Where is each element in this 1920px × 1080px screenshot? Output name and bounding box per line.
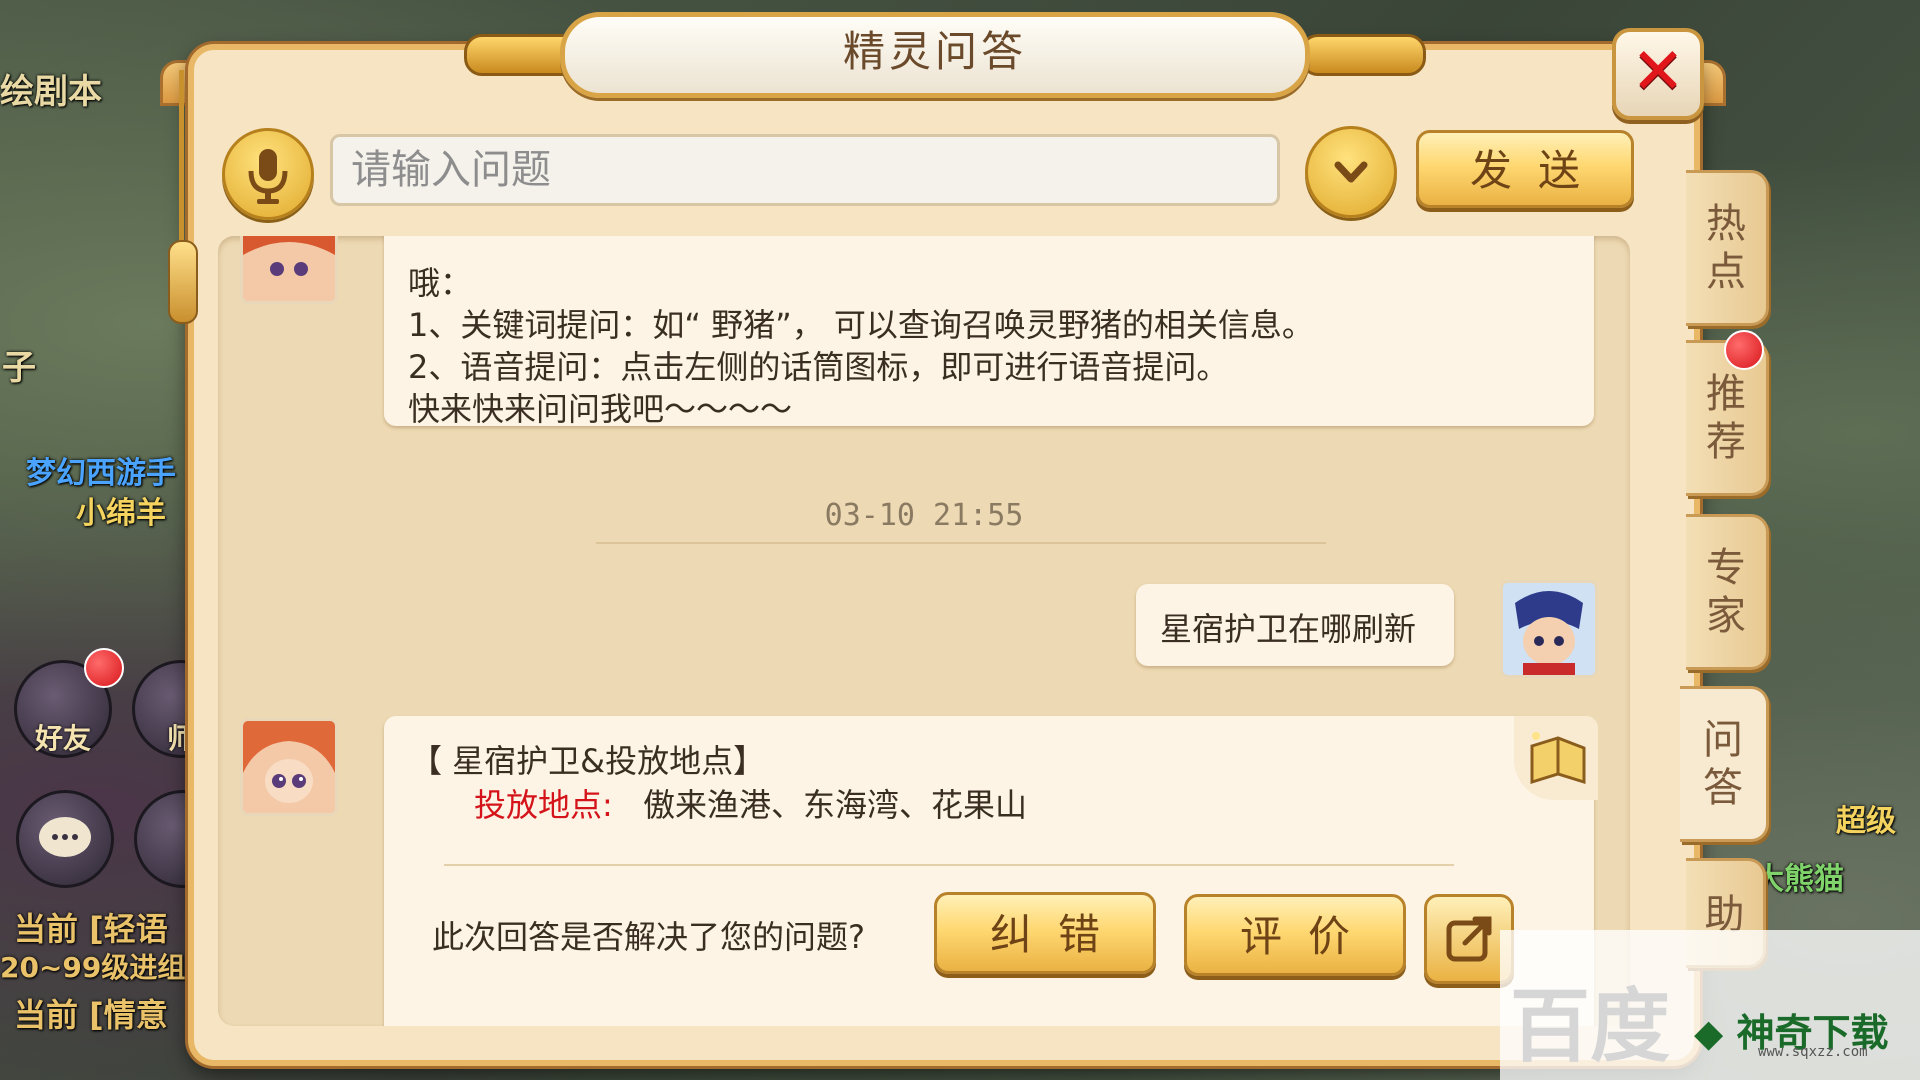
intro-line: 哦： [408, 264, 473, 302]
correct-error-button[interactable]: 纠错 [934, 892, 1156, 974]
chat-bubble-button[interactable] [16, 790, 114, 888]
feedback-question: 此次回答是否解决了您的问题? [432, 918, 865, 956]
voice-input-button[interactable] [222, 128, 314, 220]
tab-qa[interactable]: 问 答 [1680, 686, 1769, 842]
recommend-notification-dot [1724, 330, 1764, 370]
watermark-logo-icon: ◆ [1694, 1011, 1724, 1055]
dialog-title: 精灵问答 [842, 27, 1027, 76]
channel-line-3: 当前 [情意 [14, 996, 168, 1034]
timestamp-divider [596, 542, 1326, 544]
rate-button[interactable]: 评价 [1184, 894, 1406, 976]
bg-map-label: 绘剧本 [0, 72, 102, 112]
tassel-ornament [166, 70, 198, 330]
intro-line: 1、关键词提问：如“ 野猪”， 可以查询召唤灵野猪的相关信息。 [408, 306, 1314, 344]
channel-line-1: 当前 [轻语 [14, 910, 168, 948]
friends-notification-dot [84, 648, 124, 688]
question-input[interactable] [330, 134, 1280, 206]
bg-player-name: 小绵羊 [76, 496, 166, 531]
chevron-down-icon [1334, 161, 1368, 183]
spirit-avatar [240, 718, 338, 816]
chat-bubble-icon [39, 817, 91, 857]
close-button[interactable]: ✕ [1612, 28, 1704, 120]
close-icon: ✕ [1631, 35, 1685, 109]
spirit-girl-avatar-icon [243, 721, 335, 813]
bg-right-text-1: 超级 [1836, 804, 1896, 839]
user-message-text: 星宿护卫在哪刷新 [1160, 610, 1417, 648]
answer-bubble: 【 星宿护卫&投放地点】 投放地点: 傲来渔港、东海湾、花果山 此次回答是否解决… [384, 716, 1594, 1026]
watermark-baidu: 百度 [1510, 980, 1670, 1073]
intro-message-bubble: 哦： 1、关键词提问：如“ 野猪”， 可以查询召唤灵野猪的相关信息。 2、语音提… [384, 236, 1594, 428]
watermark-url: www.sqxzz.com [1758, 1044, 1868, 1060]
intro-line: 快来快来问问我吧～～～～ [408, 390, 793, 428]
drop-location-row: 投放地点: 傲来渔港、东海湾、花果山 [474, 780, 1027, 826]
bg-right-text-2: 大熊猫 [1754, 862, 1844, 897]
tab-expert[interactable]: 专 家 [1686, 514, 1769, 670]
answer-divider [444, 864, 1454, 866]
channel-line-2: 20~99级进组 [0, 951, 186, 984]
answer-title: 【 星宿护卫&投放地点】 [410, 742, 766, 780]
player-avatar [1500, 580, 1598, 678]
chat-history[interactable]: 哦： 1、关键词提问：如“ 野猪”， 可以查询召唤灵野猪的相关信息。 2、语音提… [218, 236, 1630, 1026]
intro-line: 2、语音提问：点击左侧的话筒图标，即可进行语音提问。 [408, 348, 1229, 386]
drop-location-label: 投放地点: [474, 786, 613, 824]
title-scroll-right-ornament [1300, 34, 1426, 76]
dialog-title-plate: 精灵问答 [560, 12, 1310, 98]
spirit-avatar-top [240, 236, 338, 304]
send-button[interactable]: 发送 [1416, 130, 1634, 208]
spellbook-icon [1530, 732, 1586, 785]
player-avatar-icon [1503, 583, 1595, 675]
bg-zi-label: 子 [2, 348, 36, 388]
share-icon [1446, 916, 1492, 962]
answer-source-badge [1514, 716, 1598, 800]
bg-player-title: 梦幻西游手 [26, 456, 176, 491]
microphone-icon [248, 149, 288, 204]
spirit-girl-avatar-icon [243, 236, 335, 301]
tab-hot[interactable]: 热 点 [1686, 170, 1769, 326]
history-dropdown-button[interactable] [1305, 126, 1397, 218]
message-timestamp: 03-10 21:55 [824, 498, 1024, 533]
user-message-bubble: 星宿护卫在哪刷新 [1136, 584, 1454, 666]
drop-location-value: 傲来渔港、东海湾、花果山 [642, 786, 1027, 824]
